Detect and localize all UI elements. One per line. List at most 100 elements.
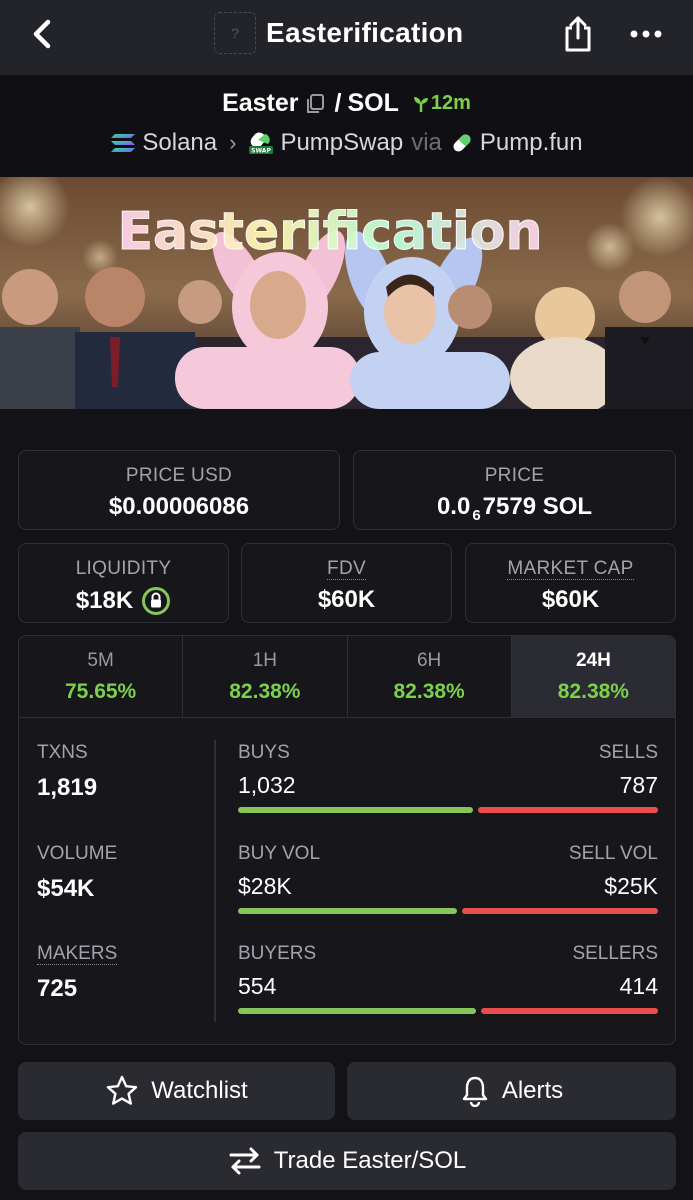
sellers-label: SELLERS xyxy=(572,943,658,964)
tab-change: 75.65% xyxy=(65,680,137,703)
price-native-prefix: 0.0 xyxy=(436,493,471,520)
makers-label: MAKERS xyxy=(37,943,118,965)
more-icon[interactable] xyxy=(626,20,666,48)
breadcrumb-dex[interactable]: SWAP PumpSwap xyxy=(248,129,403,157)
txns-label: TXNS xyxy=(37,742,88,763)
alerts-label: Alerts xyxy=(501,1077,564,1104)
price-usd-value: $0.00006086 xyxy=(108,493,250,520)
timeframe-tabs: 5M 75.65% 1H 82.38% 6H 82.38% 24H 82.38% xyxy=(19,636,675,718)
price-native-zero-count: 6 xyxy=(472,506,481,524)
tab-24h[interactable]: 24H 82.38% xyxy=(511,636,675,717)
back-icon[interactable] xyxy=(26,14,60,54)
makers-value: 725 xyxy=(37,975,78,1002)
seedling-icon xyxy=(413,96,428,112)
sell-vol-value: $25K xyxy=(604,873,658,899)
token-logo-placeholder: ? xyxy=(214,12,256,54)
svg-text:SWAP: SWAP xyxy=(252,148,272,155)
tab-label: 24H xyxy=(575,650,611,671)
bell-icon xyxy=(462,1076,488,1107)
lock-icon[interactable] xyxy=(141,586,171,616)
tab-label: 5M xyxy=(87,650,114,671)
swap-arrows-icon xyxy=(229,1147,261,1175)
breadcrumb-chain[interactable]: Solana xyxy=(110,129,217,157)
share-icon[interactable] xyxy=(560,14,596,54)
price-native-rest: 7579 SOL xyxy=(482,493,593,520)
tab-5m[interactable]: 5M 75.65% xyxy=(19,636,184,717)
buys-value: 1,032 xyxy=(238,772,296,798)
buyers-sellers-stat: BUYERS SELLERS 554 414 xyxy=(238,943,658,1014)
volume-label: VOLUME xyxy=(37,843,118,864)
via-label: via xyxy=(411,129,442,156)
chevron-right-icon: › xyxy=(229,130,237,155)
fdv-label-wrap: FDV xyxy=(242,558,451,580)
fdv-card[interactable]: FDV $60K xyxy=(241,543,452,623)
launchpad-name: Pump.fun xyxy=(479,129,583,156)
buys-label: BUYS xyxy=(238,742,290,763)
sellers-value: 414 xyxy=(619,973,658,999)
tab-change: 82.38% xyxy=(393,680,465,703)
buy-vol-label: BUY VOL xyxy=(238,843,321,864)
buyers-label: BUYERS xyxy=(238,943,317,964)
pumpswap-icon: SWAP xyxy=(249,132,274,155)
tab-6h[interactable]: 6H 82.38% xyxy=(348,636,512,717)
makers-stat[interactable]: MAKERS 725 xyxy=(37,943,118,1003)
title-wrap: ? Easterification xyxy=(214,12,463,54)
stats-grid: TXNS 1,819 VOLUME $54K MAKERS 725 BUYS SE… xyxy=(19,718,675,1044)
chain-name: Solana xyxy=(142,129,218,156)
pumpfun-icon xyxy=(453,134,471,152)
liquidity-label: LIQUIDITY xyxy=(75,558,172,579)
price-native-value: 0.0 6 7579 SOL xyxy=(354,493,675,524)
price-native-label: PRICE xyxy=(484,465,545,486)
dex-name: PumpSwap xyxy=(280,129,404,156)
makers-label-wrap: MAKERS xyxy=(37,943,118,965)
volume-split-bar xyxy=(238,908,658,914)
buy-vol-bar xyxy=(238,908,458,914)
volume-value: $54K xyxy=(37,875,95,902)
tab-change: 82.38% xyxy=(229,680,301,703)
breadcrumb: Solana › SWAP PumpSwap via Pump.fun xyxy=(0,129,693,157)
token-banner-image: Easterification xyxy=(0,177,693,409)
tab-label: 6H xyxy=(416,650,442,671)
buyers-value: 554 xyxy=(238,973,277,999)
liquidity-value-row: $18K xyxy=(19,586,228,616)
pair-separator: / xyxy=(334,89,342,117)
sells-value: 787 xyxy=(619,772,658,798)
divider xyxy=(214,740,216,1022)
buys-bar xyxy=(238,807,474,813)
liquidity-value: $18K xyxy=(75,587,134,614)
fdv-value: $60K xyxy=(317,586,376,613)
fdv-label: FDV xyxy=(327,558,366,580)
mcap-value: $60K xyxy=(541,586,600,613)
alerts-button[interactable]: Alerts xyxy=(347,1062,676,1120)
copy-icon[interactable] xyxy=(305,93,325,115)
price-native-card: PRICE 0.0 6 7579 SOL xyxy=(353,450,676,530)
banner-text: Easterification xyxy=(117,202,542,262)
market-cap-card[interactable]: MARKET CAP $60K xyxy=(465,543,676,623)
watchlist-label: Watchlist xyxy=(151,1077,248,1104)
txns-value: 1,819 xyxy=(37,774,98,801)
mcap-label: MARKET CAP xyxy=(507,558,634,580)
pair-base-symbol: Easter xyxy=(222,89,299,117)
watchlist-button[interactable]: Watchlist xyxy=(18,1062,335,1120)
tab-1h[interactable]: 1H 82.38% xyxy=(183,636,348,717)
tab-change: 82.38% xyxy=(557,680,629,703)
mcap-label-wrap: MARKET CAP xyxy=(466,558,675,580)
breadcrumb-launchpad[interactable]: Pump.fun xyxy=(450,129,583,157)
pair-line: Easter / SOL 12m xyxy=(0,89,693,118)
stats-panel: 5M 75.65% 1H 82.38% 6H 82.38% 24H 82.38%… xyxy=(18,635,676,1045)
volume-stat: VOLUME $54K xyxy=(37,843,117,903)
page-title: Easterification xyxy=(266,17,464,48)
pair-quote-symbol: SOL xyxy=(347,89,399,117)
star-icon xyxy=(107,1075,138,1105)
volume-split-stat: BUY VOL SELL VOL $28K $25K xyxy=(238,843,658,914)
sells-label: SELLS xyxy=(598,742,658,763)
buy-vol-value: $28K xyxy=(238,873,292,899)
sell-vol-bar xyxy=(462,908,658,914)
txns-stat: TXNS 1,819 xyxy=(37,742,97,802)
liquidity-card: LIQUIDITY $18K xyxy=(18,543,229,623)
sells-bar xyxy=(478,807,658,813)
pair-age: 12m xyxy=(411,92,471,115)
trade-button[interactable]: Trade Easter/SOL xyxy=(18,1132,676,1190)
solana-icon xyxy=(111,134,136,152)
price-usd-card: PRICE USD $0.00006086 xyxy=(18,450,340,530)
